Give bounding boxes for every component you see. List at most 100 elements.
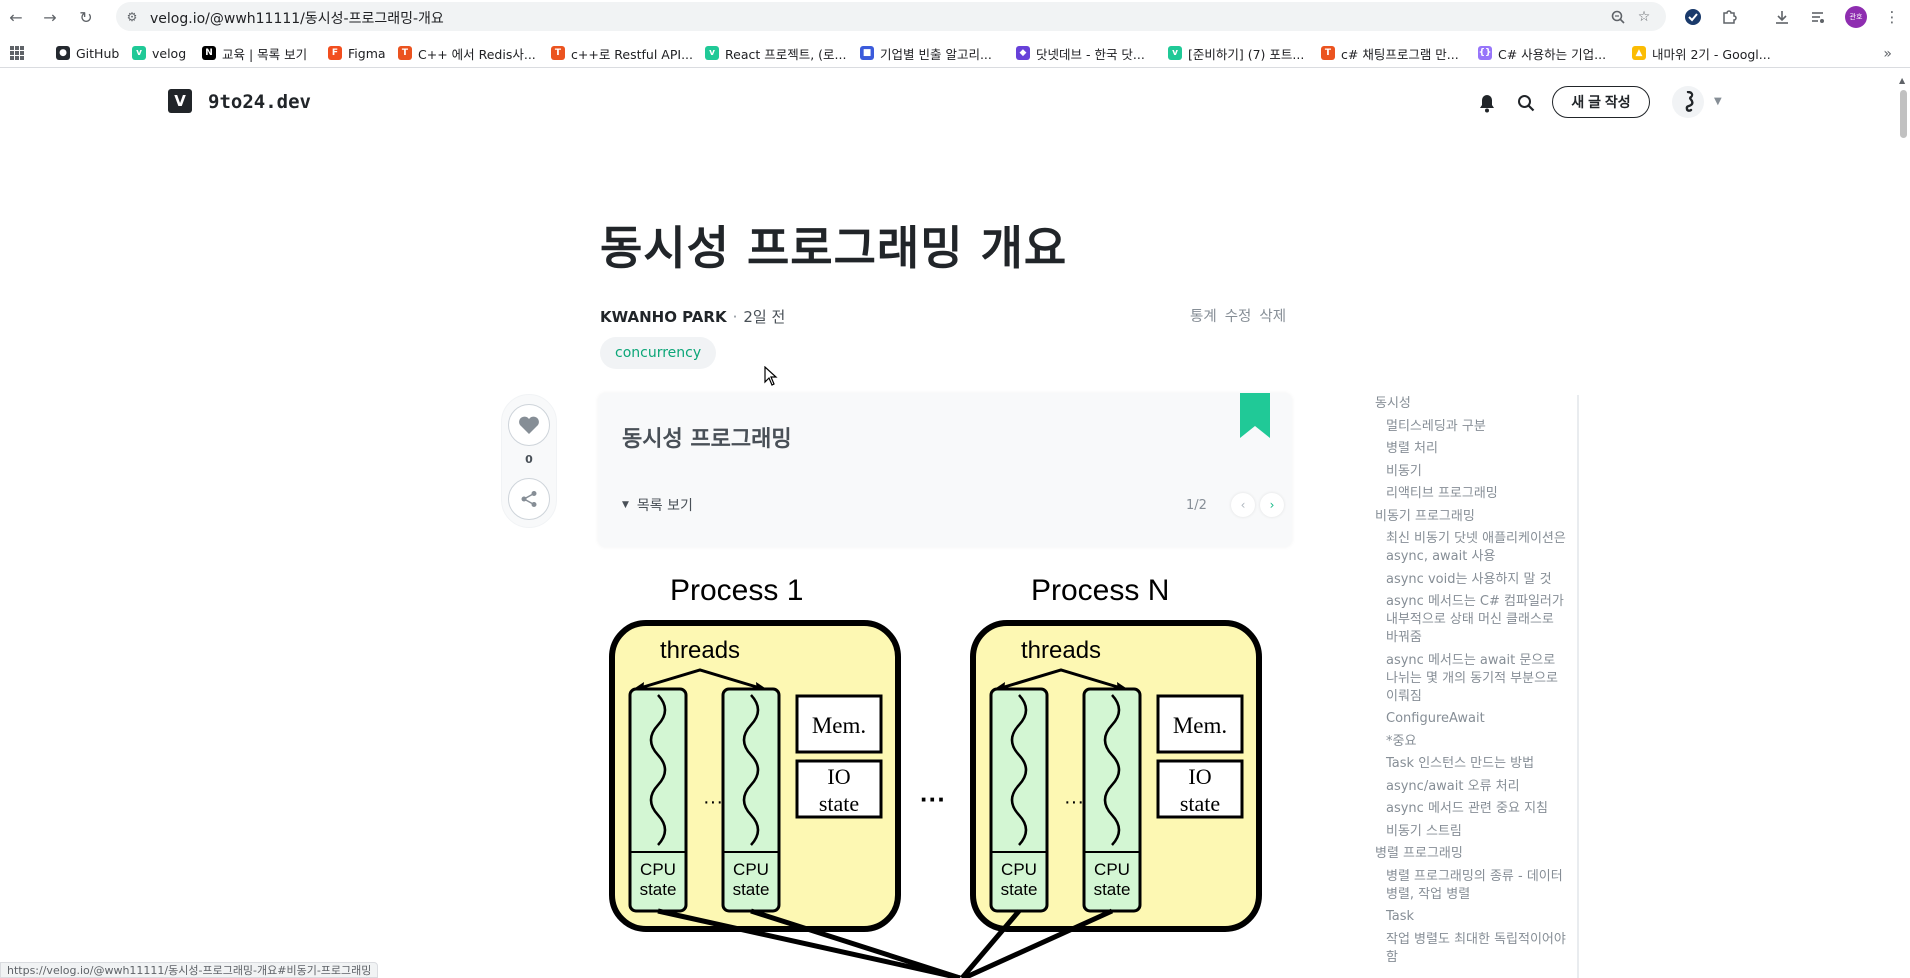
- bookmark-item[interactable]: ■ 기업별 빈출 알고리...: [860, 43, 992, 63]
- io-label: IO: [1188, 764, 1211, 789]
- bookmark-item[interactable]: N 교육 | 목록 보기: [202, 43, 307, 63]
- meta-separator: ·: [732, 308, 738, 326]
- bookmark-label: 기업별 빈출 알고리...: [880, 46, 992, 62]
- process-ellipsis: ···: [920, 784, 946, 814]
- bookmark-site-icon: ■: [860, 46, 874, 60]
- toc-item[interactable]: async 메서드는 C# 컴파일러가 내부적으로 상태 머신 클래스로 바꿔줌: [1368, 593, 1577, 647]
- mouse-cursor-icon: [764, 366, 778, 386]
- toc-item[interactable]: 병렬 처리: [1368, 440, 1577, 458]
- page-scrollbar[interactable]: ▲: [1896, 72, 1910, 978]
- thread-ellipsis: ···: [1064, 791, 1084, 813]
- toc-item[interactable]: 비동기 프로그래밍: [1368, 508, 1577, 526]
- series-list-toggle[interactable]: ▼ 목록 보기: [622, 495, 693, 515]
- bookmark-star-icon[interactable]: ☆: [1634, 7, 1654, 27]
- bookmark-item[interactable]: v velog: [132, 43, 186, 63]
- toc-item[interactable]: 병렬 프로그래밍의 종류 - 데이터 병렬, 작업 병렬: [1368, 868, 1577, 904]
- cpu-state-label: state: [1094, 880, 1131, 899]
- search-icon[interactable]: [1515, 92, 1537, 114]
- bookmark-label: 닷넷데브 - 한국 닷...: [1036, 46, 1145, 62]
- toc-item[interactable]: Task: [1368, 908, 1577, 926]
- zoom-icon[interactable]: [1608, 7, 1628, 27]
- toc-item[interactable]: *중요: [1368, 733, 1577, 751]
- post-tag[interactable]: concurrency: [600, 337, 717, 369]
- forward-icon[interactable]: →: [38, 5, 62, 29]
- bookmark-item[interactable]: Tc# 채팅프로그램 만...: [1321, 43, 1459, 63]
- bookmark-item[interactable]: ◆ 닷넷데브 - 한국 닷...: [1016, 43, 1145, 63]
- bookmark-item[interactable]: ▲ 내마위 2기 - Googl...: [1632, 43, 1771, 63]
- notification-bell-icon[interactable]: [1476, 92, 1498, 114]
- toc-item[interactable]: async 메서드 관련 중요 지침: [1368, 800, 1577, 818]
- chevron-down-icon[interactable]: ▼: [1714, 96, 1722, 107]
- toc-item[interactable]: async/await 오류 처리: [1368, 778, 1577, 796]
- mem-label: Mem.: [812, 713, 866, 738]
- bookmark-item[interactable]: ● GitHub: [56, 43, 119, 63]
- reload-icon[interactable]: ↻: [74, 5, 98, 29]
- mem-label: Mem.: [1173, 713, 1227, 738]
- bookmark-item[interactable]: F Figma: [328, 43, 386, 63]
- series-next-button[interactable]: ›: [1260, 493, 1284, 517]
- toc-item[interactable]: 최신 비동기 닷넷 애플리케이션은 async, await 사용: [1368, 530, 1577, 566]
- url-text[interactable]: velog.io/@wwh11111/동시성-프로그래밍-개요: [150, 8, 444, 28]
- toc-item[interactable]: 병렬 프로그래밍: [1368, 845, 1577, 863]
- apps-grid-icon[interactable]: [10, 46, 24, 60]
- velog-logo-icon[interactable]: V: [168, 89, 192, 113]
- dotnetdev-icon: ◆: [1016, 46, 1030, 60]
- blog-name[interactable]: 9to24.dev: [208, 91, 311, 113]
- cpu-state-label: state: [733, 880, 770, 899]
- post-date: 2일 전: [743, 308, 786, 326]
- toc-item[interactable]: ConfigureAwait: [1368, 710, 1577, 728]
- velog-icon: v: [1168, 46, 1182, 60]
- toc-item[interactable]: Task 인스턴스 만드는 방법: [1368, 755, 1577, 773]
- scroll-up-icon[interactable]: ▲: [1899, 76, 1905, 85]
- bookmark-label: GitHub: [76, 45, 120, 61]
- bracket-icon: {}: [1478, 46, 1492, 60]
- toc-item[interactable]: 비동기: [1368, 463, 1577, 481]
- download-icon[interactable]: [1770, 5, 1794, 29]
- process-threads-diagram: Process 1 threads CPU state ··· CPU stat…: [609, 574, 1262, 978]
- site-info-icon[interactable]: ⚙: [124, 9, 140, 25]
- bookmark-item[interactable]: {} C# 사용하는 기업...: [1478, 43, 1606, 63]
- caret-down-icon: ▼: [622, 500, 629, 510]
- extension-check-icon[interactable]: [1681, 5, 1705, 29]
- post-author[interactable]: KWANHO PARK: [600, 308, 727, 326]
- toc-item[interactable]: 비동기 스트림: [1368, 823, 1577, 841]
- tistory-icon: T: [1321, 46, 1335, 60]
- series-prev-button[interactable]: ‹: [1231, 493, 1255, 517]
- bookmark-item[interactable]: Tc++로 Restful API...: [551, 43, 693, 63]
- tistory-icon: T: [398, 46, 412, 60]
- back-icon[interactable]: ←: [4, 5, 28, 29]
- share-icon: [521, 491, 537, 507]
- extensions-puzzle-icon[interactable]: [1717, 5, 1741, 29]
- media-queue-icon[interactable]: [1806, 5, 1830, 29]
- stats-link[interactable]: 통계: [1190, 305, 1217, 326]
- chrome-menu-icon[interactable]: ⋮: [1880, 5, 1904, 29]
- io-state-label: state: [819, 791, 859, 816]
- profile-avatar[interactable]: 관호: [1845, 6, 1867, 28]
- toc-item[interactable]: 리액티브 프로그래밍: [1368, 485, 1577, 503]
- toc-item[interactable]: 동시성: [1368, 395, 1577, 413]
- new-post-button[interactable]: 새 글 작성: [1552, 86, 1650, 118]
- bookmark-item[interactable]: T C++ 에서 Redis사...: [398, 43, 536, 63]
- bookmarks-overflow-icon[interactable]: »: [1883, 46, 1892, 62]
- velog-icon: v: [705, 46, 719, 60]
- threads-label: threads: [660, 637, 740, 664]
- address-bar[interactable]: ⚙ velog.io/@wwh11111/동시성-프로그래밍-개요 ☆: [116, 2, 1666, 31]
- toc-item[interactable]: async 메서드는 await 문으로 나뉘는 몇 개의 동기적 부분으로 이…: [1368, 652, 1577, 706]
- left-action-bar: 0: [501, 394, 557, 528]
- user-avatar[interactable]: [1672, 86, 1704, 118]
- scroll-thumb[interactable]: [1900, 90, 1907, 138]
- toc-item[interactable]: 작업 병렬도 최대한 독립적이어야 함: [1368, 931, 1577, 967]
- like-button[interactable]: [508, 404, 550, 446]
- toc-item[interactable]: async void는 사용하지 말 것: [1368, 571, 1577, 589]
- delete-link[interactable]: 삭제: [1259, 305, 1286, 326]
- series-page-indicator: 1/2: [1186, 498, 1207, 513]
- edit-link[interactable]: 수정: [1225, 305, 1252, 326]
- bookmark-label: velog: [152, 45, 187, 61]
- post-meta: KWANHO PARK · 2일 전: [600, 306, 785, 327]
- bookmark-item[interactable]: v React 프로젝트, (로...: [705, 43, 846, 63]
- series-title[interactable]: 동시성 프로그래밍: [622, 421, 792, 453]
- bookmark-item[interactable]: v [준비하기] (7) 포트...: [1168, 43, 1304, 63]
- cpu-label: CPU: [1094, 860, 1130, 879]
- toc-item[interactable]: 멀티스레딩과 구분: [1368, 418, 1577, 436]
- share-button[interactable]: [508, 478, 550, 520]
